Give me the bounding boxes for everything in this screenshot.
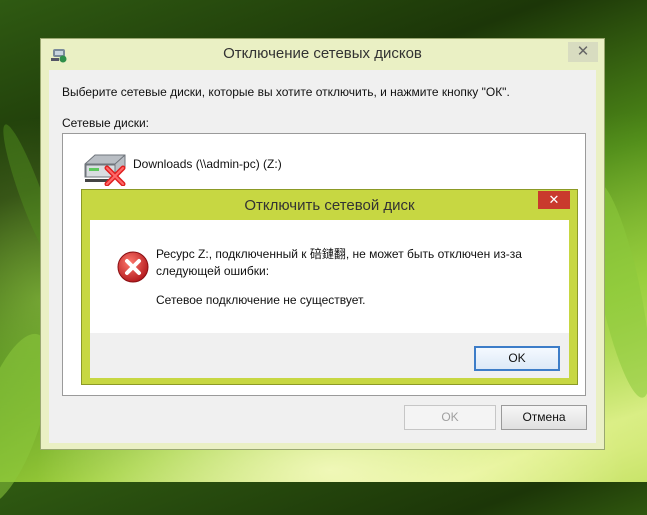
error-client-area: Ресурс Z:, подключенный к 碚鏈翻, не может … (90, 220, 569, 378)
error-detail: Сетевое подключение не существует. (156, 293, 366, 307)
disconnected-network-drive-icon (84, 154, 126, 186)
error-dialog-title: Отключить сетевой диск (244, 197, 415, 214)
dialog-title: Отключение сетевых дисков (223, 45, 422, 62)
error-content: Ресурс Z:, подключенный к 碚鏈翻, не может … (90, 220, 569, 333)
error-ok-button[interactable]: OK (474, 346, 560, 371)
error-dialog: Отключить сетевой диск ✕ Ресурс Z:, подк… (81, 189, 578, 385)
error-message: Ресурс Z:, подключенный к 碚鏈翻, не может … (156, 247, 522, 278)
close-button[interactable]: ✕ (568, 42, 598, 62)
drive-label: Downloads (\\admin-pc) (Z:) (133, 157, 282, 171)
error-close-button[interactable]: ✕ (538, 191, 570, 209)
ok-button-disabled[interactable]: OK (404, 405, 496, 430)
main-titlebar[interactable]: Отключение сетевых дисков ✕ (41, 39, 604, 69)
drives-label: Сетевые диски: (62, 116, 149, 130)
error-icon (117, 251, 149, 283)
instruction-text: Выберите сетевые диски, которые вы хотит… (62, 85, 510, 99)
drive-item[interactable]: Downloads (\\admin-pc) (Z:) (81, 150, 381, 186)
cancel-button[interactable]: Отмена (501, 405, 587, 430)
